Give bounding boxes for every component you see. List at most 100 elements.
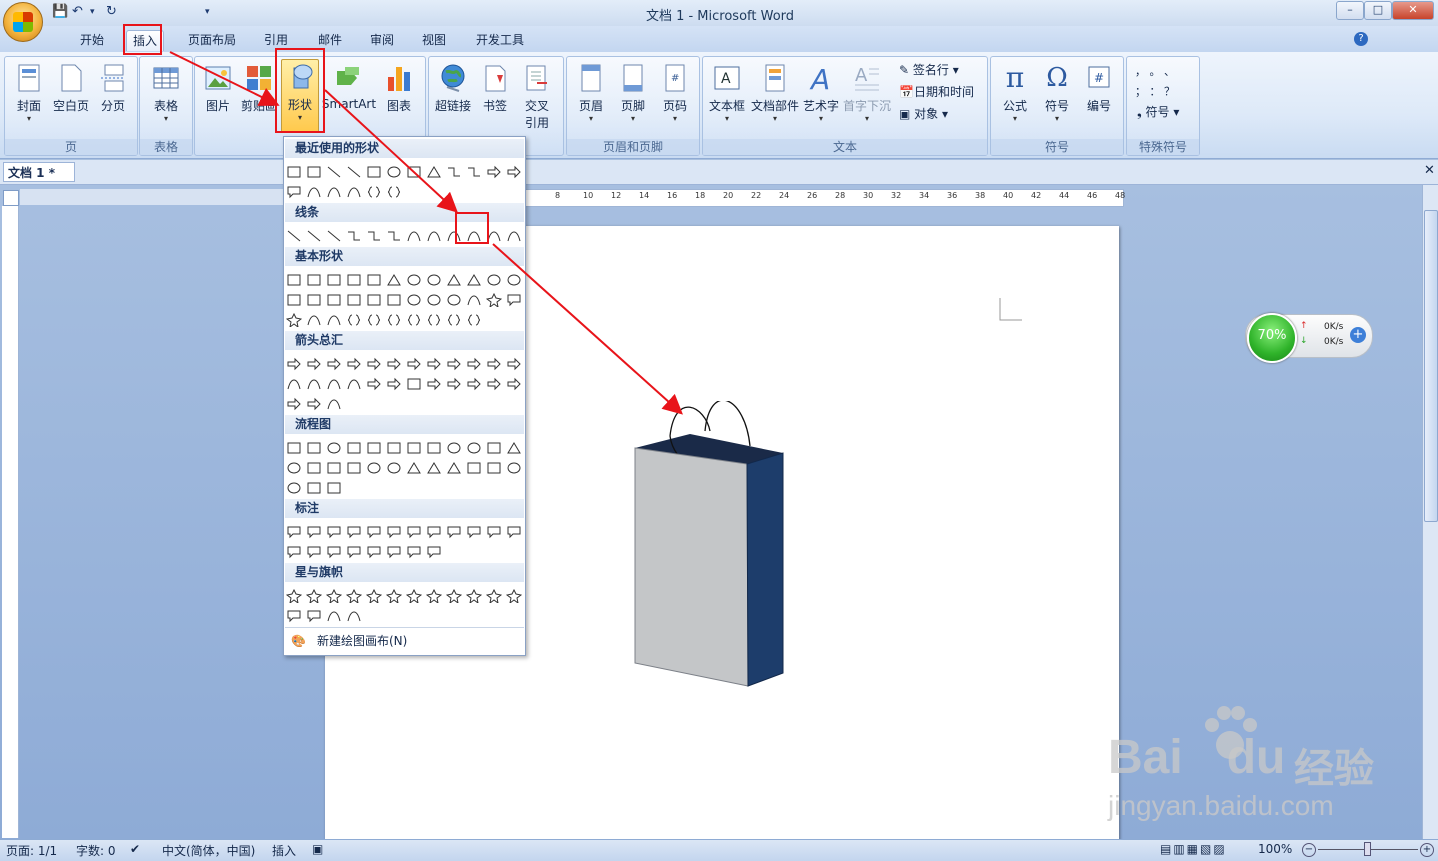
shape-curve-icon[interactable]	[306, 377, 322, 391]
office-button[interactable]	[3, 2, 43, 42]
shape-rect-icon[interactable]	[306, 293, 322, 307]
shape-curve-icon[interactable]	[326, 185, 342, 199]
shape-rect-icon[interactable]	[346, 293, 362, 307]
shape-arrow-icon[interactable]	[486, 357, 502, 371]
wordart-button[interactable]: A 艺术字 ▾	[801, 61, 841, 123]
shape-line-icon[interactable]	[286, 229, 302, 243]
zoom-slider-thumb[interactable]	[1364, 842, 1371, 856]
shape-callout-icon[interactable]	[366, 545, 382, 559]
shape-rect-icon[interactable]	[366, 441, 382, 455]
equation-button[interactable]: π 公式 ▾	[995, 61, 1035, 124]
tab-mailings[interactable]: 邮件	[310, 30, 350, 50]
shape-star-icon[interactable]	[365, 588, 383, 605]
shape-line-icon[interactable]	[326, 165, 342, 179]
help-icon[interactable]: ?	[1354, 32, 1368, 46]
shape-curve-icon[interactable]	[286, 377, 302, 391]
shape-tri-icon[interactable]	[406, 461, 422, 475]
shape-rect-icon[interactable]	[326, 293, 342, 307]
shape-callout-icon[interactable]	[286, 185, 302, 199]
shape-arrow-icon[interactable]	[486, 377, 502, 391]
macro-record-icon[interactable]: ▣	[312, 842, 323, 856]
shape-oval-icon[interactable]	[426, 293, 442, 307]
status-page[interactable]: 页面: 1/1	[6, 842, 57, 859]
shape-oval-icon[interactable]	[446, 293, 462, 307]
page-number-button[interactable]: # 页码 ▾	[655, 61, 695, 123]
shape-oval-icon[interactable]	[446, 441, 462, 455]
shape-bracket-icon[interactable]	[426, 313, 442, 327]
customize-qat-icon[interactable]: ▾	[205, 7, 210, 24]
shape-elbow-icon[interactable]	[346, 229, 362, 243]
zoom-in-icon[interactable]: +	[1420, 843, 1434, 857]
tab-selector[interactable]	[3, 190, 19, 206]
shape-rect-icon[interactable]	[406, 377, 422, 391]
shape-rect-icon[interactable]	[286, 441, 302, 455]
shape-rect-icon[interactable]	[346, 273, 362, 287]
shape-oval-icon[interactable]	[506, 461, 522, 475]
shape-oval-icon[interactable]	[286, 481, 302, 495]
shape-rect-icon[interactable]	[466, 461, 482, 475]
textbox-button[interactable]: A 文本框 ▾	[705, 61, 749, 123]
redo-icon[interactable]: ↻	[106, 4, 117, 21]
page-break-button[interactable]: 分页	[93, 61, 133, 114]
shape-rect-icon[interactable]	[326, 481, 342, 495]
shape-star-icon[interactable]	[505, 588, 523, 605]
shape-bracket-icon[interactable]	[446, 313, 462, 327]
shape-oval-icon[interactable]	[286, 461, 302, 475]
shape-star-icon[interactable]	[385, 588, 403, 605]
shape-star-icon[interactable]	[305, 588, 323, 605]
scrollbar-thumb[interactable]	[1424, 210, 1438, 522]
shape-rect-icon[interactable]	[366, 273, 382, 287]
shape-callout-icon[interactable]	[346, 525, 362, 539]
shape-rect-icon[interactable]	[386, 441, 402, 455]
shape-tri-icon[interactable]	[506, 441, 522, 455]
shape-elbow-icon[interactable]	[466, 165, 482, 179]
smartart-button[interactable]: SmartArt	[321, 61, 377, 111]
shape-callout-icon[interactable]	[386, 525, 402, 539]
clipart-button[interactable]: 剪贴画	[239, 61, 279, 114]
shape-tri-icon[interactable]	[446, 461, 462, 475]
shape-elbow-icon[interactable]	[366, 229, 382, 243]
shape-rect-icon[interactable]	[406, 441, 422, 455]
shape-rect-icon[interactable]	[306, 165, 322, 179]
shape-rect-icon[interactable]	[326, 461, 342, 475]
shape-arrow-icon[interactable]	[406, 357, 422, 371]
shape-arrow-icon[interactable]	[446, 357, 462, 371]
tab-page-layout[interactable]: 页面布局	[182, 30, 242, 50]
special-symbol-dropdown[interactable]: ❟ 符号 ▾	[1137, 103, 1179, 120]
shape-arrow-icon[interactable]	[506, 165, 522, 179]
drop-cap-button[interactable]: A 首字下沉 ▾	[843, 61, 891, 123]
shape-bracket-icon[interactable]	[366, 185, 382, 199]
shape-callout-icon[interactable]	[366, 525, 382, 539]
shape-arrow-icon[interactable]	[286, 357, 302, 371]
undo-icon[interactable]: ↶	[72, 4, 83, 21]
shape-callout-icon[interactable]	[426, 545, 442, 559]
shape-tri-icon[interactable]	[426, 461, 442, 475]
footer-button[interactable]: 页脚 ▾	[613, 61, 653, 123]
shape-line-icon[interactable]	[346, 165, 362, 179]
tab-developer[interactable]: 开发工具	[470, 30, 530, 50]
shape-line-icon[interactable]	[326, 229, 342, 243]
numbering-button[interactable]: # 编号	[1079, 61, 1119, 114]
shape-rect-icon[interactable]	[346, 461, 362, 475]
zoom-level[interactable]: 100%	[1258, 842, 1292, 856]
shape-oval-icon[interactable]	[386, 461, 402, 475]
shape-rect-icon[interactable]	[486, 441, 502, 455]
shape-arrow-icon[interactable]	[506, 377, 522, 391]
shape-callout-icon[interactable]	[486, 525, 502, 539]
shape-arrow-icon[interactable]	[386, 377, 402, 391]
status-language[interactable]: 中文(简体，中国)	[162, 842, 255, 859]
shape-arrow-icon[interactable]	[326, 357, 342, 371]
shape-oval-icon[interactable]	[426, 273, 442, 287]
memory-usage-ball[interactable]: 70%	[1247, 313, 1297, 363]
shape-arrow-icon[interactable]	[426, 357, 442, 371]
shape-star-icon[interactable]	[485, 588, 503, 605]
shape-curve-icon[interactable]	[306, 313, 322, 327]
shape-arrow-icon[interactable]	[366, 357, 382, 371]
shape-curve-icon[interactable]	[346, 609, 362, 623]
symbol-button[interactable]: Ω 符号 ▾	[1037, 61, 1077, 123]
shape-star-icon[interactable]	[285, 588, 303, 605]
chart-button[interactable]: 图表	[381, 61, 417, 114]
shape-curve-icon[interactable]	[346, 185, 362, 199]
expand-icon[interactable]: +	[1350, 327, 1366, 343]
shape-star-icon[interactable]	[285, 312, 303, 329]
